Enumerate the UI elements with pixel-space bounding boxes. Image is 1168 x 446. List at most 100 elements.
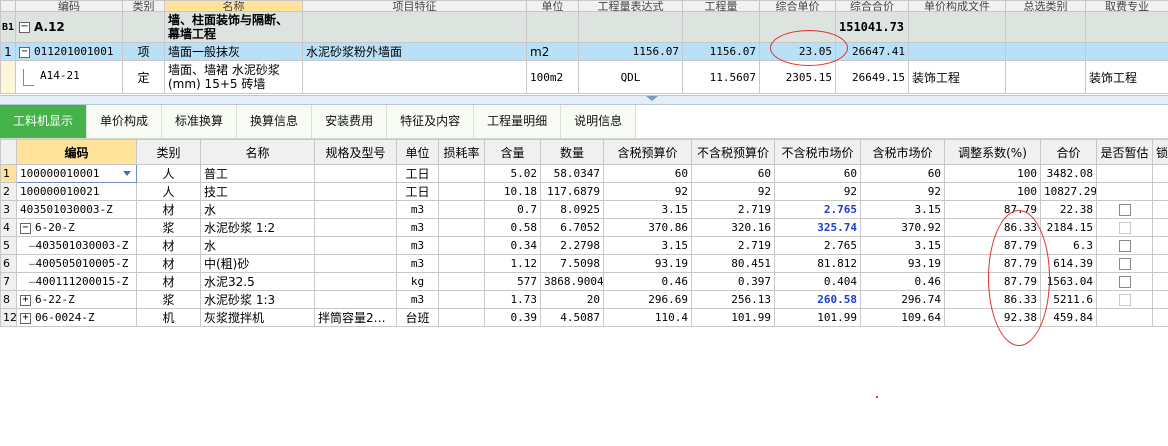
tab-quantity-detail[interactable]: 工程量明细 xyxy=(474,105,562,138)
provisional-checkbox[interactable] xyxy=(1118,276,1131,288)
col-header-qty[interactable]: 工程量 xyxy=(682,0,760,12)
resource-notax-budget[interactable]: 101.99 xyxy=(691,308,775,327)
resource-notax-market[interactable]: 81.812 xyxy=(774,254,861,273)
item-price-file[interactable]: 装饰工程 xyxy=(908,60,1006,94)
table-row[interactable]: 3 403501030003-Z 材 水 m3 0.7 8.0925 3.15 … xyxy=(0,200,1168,219)
item-expr[interactable]: 1156.07 xyxy=(578,42,683,61)
resource-loss[interactable] xyxy=(438,200,485,219)
resource-tax-market[interactable]: 3.15 xyxy=(860,236,945,255)
item-unit[interactable]: 100m2 xyxy=(526,60,579,94)
resource-loss[interactable] xyxy=(438,182,485,201)
resource-tax-budget[interactable]: 3.15 xyxy=(603,200,692,219)
resource-unit[interactable]: m3 xyxy=(396,254,439,273)
resource-notax-market[interactable]: 325.74 xyxy=(774,218,861,237)
resource-notax-budget[interactable]: 60 xyxy=(691,164,775,183)
resource-content[interactable]: 5.02 xyxy=(484,164,541,183)
table-row[interactable]: A14-21 定 墙面、墙裙 水泥砂浆(mm) 15+5 砖墙 100m2 QD… xyxy=(0,60,1168,94)
col-header-type[interactable]: 类别 xyxy=(122,0,165,12)
resource-code[interactable]: 400505010005-Z xyxy=(36,257,129,270)
col-header-feature[interactable]: 项目特征 xyxy=(302,0,527,12)
resource-notax-market[interactable]: 260.58 xyxy=(774,290,861,309)
resource-tax-budget[interactable]: 370.86 xyxy=(603,218,692,237)
resource-tax-market[interactable]: 92 xyxy=(860,182,945,201)
resource-tax-budget[interactable]: 60 xyxy=(603,164,692,183)
resource-loss[interactable] xyxy=(438,218,485,237)
resource-coef[interactable]: 100 xyxy=(944,182,1041,201)
resource-loss[interactable] xyxy=(438,254,485,273)
resource-tax-market[interactable]: 3.15 xyxy=(860,200,945,219)
pane-splitter[interactable] xyxy=(0,95,1168,105)
resource-coef[interactable]: 100 xyxy=(944,164,1041,183)
resource-code[interactable]: 06-0024-Z xyxy=(35,311,95,324)
resource-content[interactable]: 577 xyxy=(484,272,541,291)
item-feature[interactable]: 水泥砂浆粉外墙面 xyxy=(302,42,527,61)
resource-tax-budget[interactable]: 93.19 xyxy=(603,254,692,273)
col-header-unit-price[interactable]: 综合单价 xyxy=(759,0,836,12)
resource-spec[interactable] xyxy=(314,236,397,255)
col-header-code[interactable]: 编码 xyxy=(16,139,137,165)
expand-plus-icon[interactable]: + xyxy=(20,312,31,324)
resource-notax-market[interactable]: 2.765 xyxy=(774,236,861,255)
col-header-summary-category[interactable]: 总选类别 xyxy=(1005,0,1086,12)
table-row[interactable]: 2 100000010021 人 技工 工日 10.18 117.6879 92… xyxy=(0,182,1168,201)
resource-code[interactable]: 403501030003-Z xyxy=(36,239,129,252)
collapse-minus-icon[interactable]: − xyxy=(19,22,30,33)
resource-code[interactable]: 403501030003-Z xyxy=(16,200,137,219)
col-header-price-file[interactable]: 单价构成文件 xyxy=(908,0,1006,12)
resource-notax-market[interactable]: 101.99 xyxy=(774,308,861,327)
resource-loss[interactable] xyxy=(438,272,485,291)
resource-notax-market[interactable]: 60 xyxy=(774,164,861,183)
tab-labor-material-machine[interactable]: 工料机显示 xyxy=(0,105,88,138)
resource-qty[interactable]: 6.7052 xyxy=(540,218,604,237)
col-header-spec[interactable]: 规格及型号 xyxy=(314,139,397,165)
tab-installation-fee[interactable]: 安装费用 xyxy=(312,105,388,138)
table-row[interactable]: 1 100000010001 人 普工 工日 5.02 58.0347 60 6… xyxy=(0,164,1168,183)
resource-notax-budget[interactable]: 256.13 xyxy=(691,290,775,309)
table-row[interactable]: 8 +6-22-Z 浆 水泥砂浆 1:3 m3 1.73 20 296.69 2… xyxy=(0,290,1168,309)
col-header-type[interactable]: 类别 xyxy=(136,139,201,165)
resource-unit[interactable]: m3 xyxy=(396,200,439,219)
resource-content[interactable]: 0.39 xyxy=(484,308,541,327)
item-price-file[interactable] xyxy=(908,42,1006,61)
col-header-lock[interactable]: 锁 xyxy=(1152,139,1168,165)
table-row[interactable]: 5 —403501030003-Z 材 水 m3 0.34 2.2798 3.1… xyxy=(0,236,1168,255)
item-qty[interactable]: 11.5607 xyxy=(682,60,760,94)
resource-unit[interactable]: m3 xyxy=(396,236,439,255)
resource-content[interactable]: 1.73 xyxy=(484,290,541,309)
section-row[interactable]: B1 − A.12 墙、柱面装饰与隔断、幕墙工程 151041.73 xyxy=(0,11,1168,43)
item-fee-specialty[interactable] xyxy=(1085,42,1168,61)
resource-name[interactable]: 灰浆搅拌机 xyxy=(200,308,315,327)
resource-qty[interactable]: 4.5087 xyxy=(540,308,604,327)
resource-loss[interactable] xyxy=(438,164,485,183)
table-row[interactable]: 7 —400111200015-Z 材 水泥32.5 kg 577 3868.9… xyxy=(0,272,1168,291)
resource-tax-budget[interactable]: 296.69 xyxy=(603,290,692,309)
col-header-code[interactable]: 编码 xyxy=(15,0,123,12)
item-name[interactable]: 墙面、墙裙 水泥砂浆(mm) 15+5 砖墙 xyxy=(164,60,303,94)
item-name[interactable]: 墙面一般抹灰 xyxy=(164,42,303,61)
resource-notax-market[interactable]: 2.765 xyxy=(774,200,861,219)
provisional-checkbox[interactable] xyxy=(1118,258,1131,270)
resource-loss[interactable] xyxy=(438,290,485,309)
resource-spec[interactable] xyxy=(314,290,397,309)
table-row[interactable]: 4 −6-20-Z 浆 水泥砂浆 1:2 m3 0.58 6.7052 370.… xyxy=(0,218,1168,237)
resource-unit[interactable]: kg xyxy=(396,272,439,291)
table-row[interactable]: 6 —400505010005-Z 材 中(粗)砂 m3 1.12 7.5098… xyxy=(0,254,1168,273)
col-header-fee-specialty[interactable]: 取费专业 xyxy=(1085,0,1168,12)
col-header-content[interactable]: 含量 xyxy=(484,139,541,165)
col-header-total[interactable]: 综合合价 xyxy=(835,0,909,12)
item-unit[interactable]: m2 xyxy=(526,42,579,61)
dropdown-arrow-icon[interactable] xyxy=(123,171,131,176)
resource-coef[interactable]: 87.79 xyxy=(944,272,1041,291)
col-header-notax-market[interactable]: 不含税市场价 xyxy=(774,139,861,165)
resource-qty[interactable]: 3868.9004 xyxy=(540,272,604,291)
col-header-unit[interactable]: 单位 xyxy=(526,0,579,12)
resource-spec[interactable]: 拌筒容量2… xyxy=(314,308,397,327)
tab-standard-conversion[interactable]: 标准换算 xyxy=(162,105,238,138)
resource-notax-market[interactable]: 92 xyxy=(774,182,861,201)
resource-qty[interactable]: 7.5098 xyxy=(540,254,604,273)
item-unit-price[interactable]: 23.05 xyxy=(759,42,836,61)
resource-spec[interactable] xyxy=(314,182,397,201)
resource-unit[interactable]: 台班 xyxy=(396,308,439,327)
col-header-name[interactable]: 名称 xyxy=(200,139,315,165)
collapse-minus-icon[interactable]: − xyxy=(19,46,30,58)
